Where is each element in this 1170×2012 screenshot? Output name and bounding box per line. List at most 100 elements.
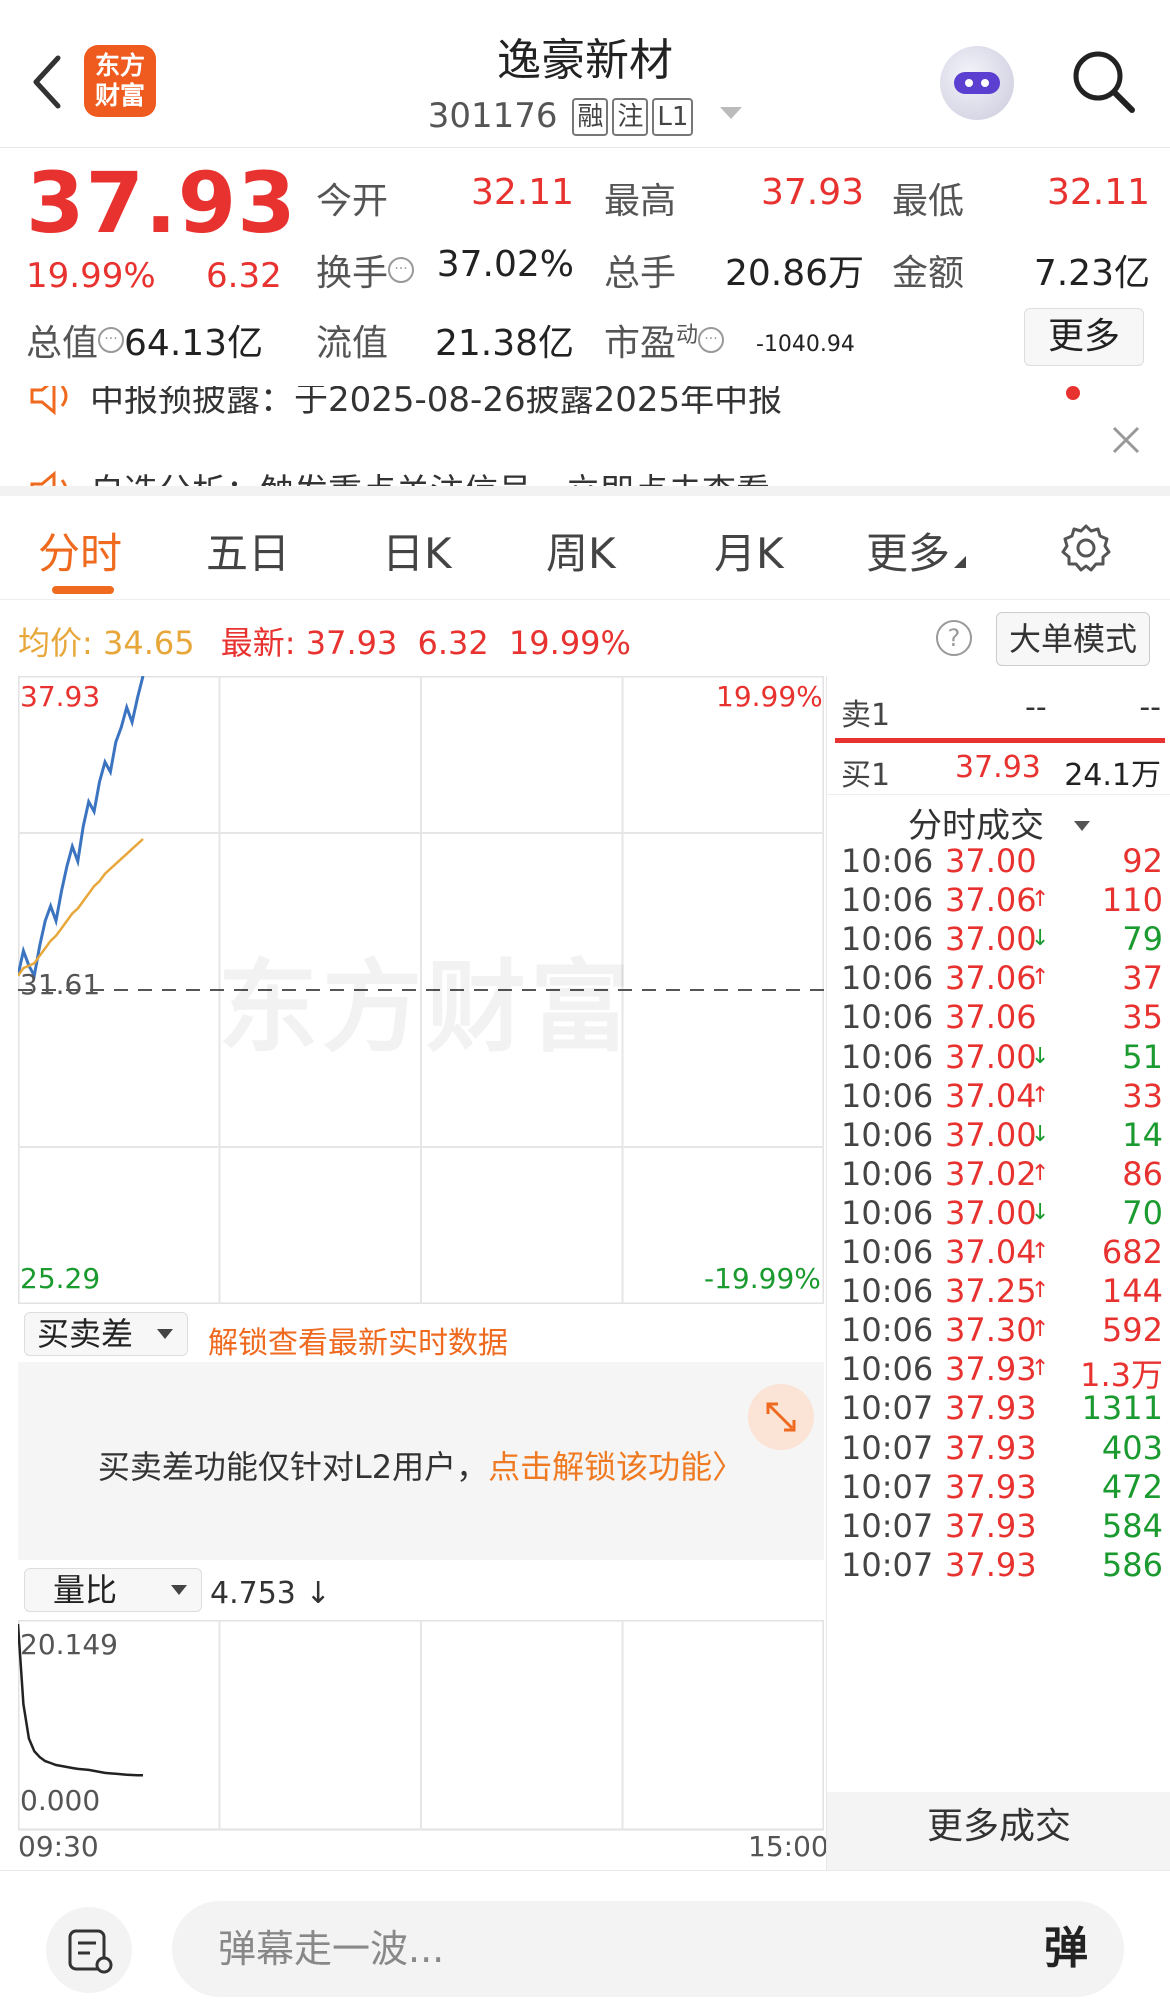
danmu-input[interactable]: 弹幕走一波... [172,1901,1124,1997]
tab-five-day[interactable]: 五日 [206,520,290,581]
trade-time: 10:07 [841,1428,934,1467]
more-trades-button[interactable]: 更多成交 [827,1792,1170,1870]
high-label: 最高 [604,181,677,222]
close-icon[interactable] [1110,424,1142,456]
trade-direction-arrow: ↑ [1031,1356,1050,1382]
sell1-volume: -- [1139,690,1161,725]
trade-direction-arrow: ↓ [1031,1043,1050,1069]
trade-price: 37.04 [945,1233,1037,1271]
info-icon[interactable]: ··· [98,327,125,353]
notice-item[interactable]: 自选分析：触发重点关注信号，立即点击查看 [90,464,770,486]
notice-item[interactable]: 中报预披露：于2025-08-26披露2025年中报 [90,386,782,421]
margin-tag: 融 [572,98,609,136]
trade-volume: 14 [1122,1115,1163,1154]
trade-time: 10:06 [841,1233,934,1271]
info-icon[interactable]: ··· [698,327,725,353]
trade-price: 37.00 [945,1115,1037,1154]
trade-row: 10:07 37.93 1311 [841,1389,1163,1433]
tab-monthly-k[interactable]: 月K [714,520,784,581]
volume-label: 总手 [604,253,677,294]
trade-time: 10:07 [841,1467,934,1506]
tab-intraday[interactable]: 分时 [38,520,122,581]
note-settings-icon[interactable] [46,1907,132,1993]
trade-volume: 86 [1122,1154,1163,1193]
trade-price: 37.25 [945,1272,1037,1311]
volume-ratio-canvas [18,1620,824,1831]
corner-triangle-icon [954,556,967,568]
quote-panel: 37.93 19.99% 6.32 今开 32.11 最高 37.93 最低 3… [0,148,1170,386]
price-summary-bar: 均价: 34.65 最新: 37.93 6.32 19.99% ? 大单模式 [0,600,1170,676]
trade-volume: 586 [1101,1545,1163,1584]
danmu-toggle-button[interactable]: 弹 [1012,1907,1120,1991]
trade-row: 10:06 37.06 ↑ 110 [841,881,1163,925]
tab-weekly-k[interactable]: 周K [546,520,616,581]
sell1-price: -- [1025,690,1047,725]
low-label: 最低 [892,181,965,222]
trade-price: 37.00 [945,1193,1037,1232]
intraday-chart[interactable]: 东方财富 37.93 31.61 25.29 19.99% -19.99% [18,676,824,1304]
buy1-price: 37.93 [955,750,1041,785]
trade-row: 10:06 37.00 ↓ 79 [841,920,1163,964]
trade-time: 10:06 [841,1076,934,1115]
more-quote-button[interactable]: 更多 [1024,308,1144,366]
trade-volume: 37 [1122,959,1163,998]
latest-label: 最新: [220,624,296,662]
trade-row: 10:06 37.25 ↑ 144 [841,1272,1163,1316]
latest-value: 37.93 [305,624,398,662]
trade-price: 37.30 [945,1311,1037,1350]
trade-volume: 92 [1122,842,1163,880]
trade-row: 10:07 37.93 472 [841,1468,1163,1512]
unlock-hint-link[interactable]: 解锁查看最新实时数据 [208,1318,508,1362]
down-arrow-icon: ↓ [305,1576,331,1611]
trade-row: 10:07 37.93 584 [841,1507,1163,1551]
l2-unlock-link[interactable]: 点击解锁该功能〉 [488,1448,744,1486]
trades-header-select[interactable]: 分时成交 [827,798,1170,847]
trade-price: 37.93 [945,1389,1037,1428]
trade-time: 10:06 [841,881,934,920]
speaker-icon [30,386,68,416]
trade-time: 10:07 [841,1506,934,1545]
trade-row: 10:06 37.06 35 [841,998,1163,1042]
total-cap-label: 总值 [26,323,99,364]
float-cap-value: 21.38亿 [434,323,574,364]
trade-price: 37.00 [945,842,1037,880]
expand-icon[interactable] [748,1384,814,1450]
pe-type: 动 [676,323,699,348]
trade-volume: 110 [1101,881,1163,920]
search-icon[interactable] [1070,48,1136,114]
volume-ratio-select[interactable]: 量比 [24,1568,202,1612]
trade-price: 37.04 [945,1076,1037,1115]
tab-more-label: 更多 [866,529,951,578]
indicator-name: 买卖差 [37,1315,134,1353]
trade-direction-arrow: ↑ [1031,1160,1050,1186]
trade-time: 10:06 [841,1272,934,1311]
trade-row: 10:07 37.93 403 [841,1429,1163,1473]
help-icon[interactable]: ? [936,620,972,656]
trade-price: 37.06 [945,998,1037,1037]
turnover-label: 换手 ··· [316,244,415,296]
total-cap-value: 64.13亿 [124,323,264,364]
trade-direction-arrow: ↑ [1031,1278,1050,1304]
tab-more[interactable]: 更多 [866,520,967,581]
trade-price: 37.06 [945,959,1037,998]
info-icon[interactable]: ··· [388,257,415,283]
change-amount: 6.32 [206,256,282,296]
tab-daily-k[interactable]: 日K [382,520,452,581]
price-line [18,676,145,981]
unread-dot [1066,386,1080,400]
trade-row: 10:07 37.93 586 [841,1546,1163,1590]
trade-row: 10:06 37.93 ↑ 1.3万 [841,1350,1163,1394]
registration-tag: 注 [612,98,649,136]
trade-time: 10:07 [841,1389,934,1428]
trade-direction-arrow: ↑ [1031,1239,1050,1264]
big-order-mode-button[interactable]: 大单模式 [996,612,1150,666]
active-tab-indicator [52,586,114,594]
trade-row: 10:06 37.00 ↓ 70 [841,1194,1163,1238]
notice-ticker[interactable]: 中报预披露：于2025-08-26披露2025年中报 自选分析：触发重点关注信号… [0,386,1170,496]
trade-volume: 51 [1122,1037,1163,1076]
indicator-select[interactable]: 买卖差 [24,1312,188,1356]
robot-assistant-icon[interactable] [940,46,1014,120]
y-min-label: 25.29 [20,1262,101,1295]
volume-ratio-current: 4.753 [210,1576,296,1611]
settings-gear-icon[interactable] [1060,522,1112,574]
